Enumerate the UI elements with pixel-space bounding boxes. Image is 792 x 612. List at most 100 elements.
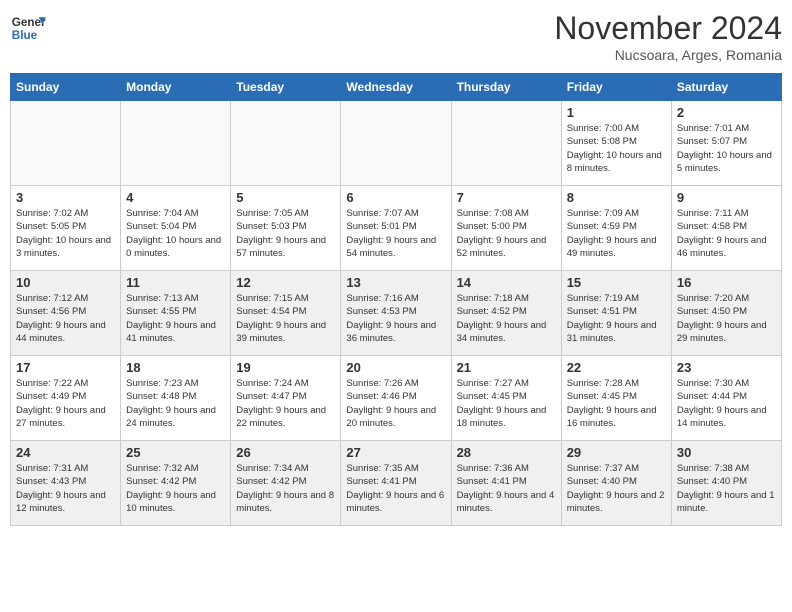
day-info: Sunrise: 7:04 AM Sunset: 5:04 PM Dayligh… xyxy=(126,207,225,260)
calendar-cell: 24 Sunrise: 7:31 AM Sunset: 4:43 PM Dayli… xyxy=(11,441,121,526)
day-number: 17 xyxy=(16,360,115,375)
day-info: Sunrise: 7:01 AM Sunset: 5:07 PM Dayligh… xyxy=(677,122,776,175)
calendar-cell: 2 Sunrise: 7:01 AM Sunset: 5:07 PM Daylig… xyxy=(671,101,781,186)
day-info: Sunrise: 7:37 AM Sunset: 4:40 PM Dayligh… xyxy=(567,462,666,515)
weekday-header: Thursday xyxy=(451,74,561,101)
calendar-cell: 21 Sunrise: 7:27 AM Sunset: 4:45 PM Dayli… xyxy=(451,356,561,441)
svg-text:Blue: Blue xyxy=(12,29,38,42)
calendar-cell xyxy=(341,101,451,186)
day-number: 12 xyxy=(236,275,335,290)
calendar-cell: 13Sunrise: 7:16 AM Sunset: 4:53 PM Dayli… xyxy=(341,271,451,356)
calendar-cell: 5 Sunrise: 7:05 AM Sunset: 5:03 PM Daylig… xyxy=(231,186,341,271)
day-number: 23 xyxy=(677,360,776,375)
day-number: 7 xyxy=(457,190,556,205)
day-info: Sunrise: 7:22 AM Sunset: 4:49 PM Dayligh… xyxy=(16,377,115,430)
day-number: 4 xyxy=(126,190,225,205)
calendar-cell xyxy=(231,101,341,186)
day-number: 13 xyxy=(346,275,445,290)
calendar-cell: 23 Sunrise: 7:30 AM Sunset: 4:44 PM Dayli… xyxy=(671,356,781,441)
calendar-cell: 6 Sunrise: 7:07 AM Sunset: 5:01 PM Daylig… xyxy=(341,186,451,271)
calendar-cell xyxy=(121,101,231,186)
day-info: Sunrise: 7:05 AM Sunset: 5:03 PM Dayligh… xyxy=(236,207,335,260)
day-number: 16 xyxy=(677,275,776,290)
day-number: 21 xyxy=(457,360,556,375)
day-info: Sunrise: 7:34 AM Sunset: 4:42 PM Dayligh… xyxy=(236,462,335,515)
day-info: Sunrise: 7:31 AM Sunset: 4:43 PM Dayligh… xyxy=(16,462,115,515)
calendar-cell: 8Sunrise: 7:09 AM Sunset: 4:59 PM Daylig… xyxy=(561,186,671,271)
calendar-cell: 18 Sunrise: 7:23 AM Sunset: 4:48 PM Dayli… xyxy=(121,356,231,441)
calendar-cell: 16Sunrise: 7:20 AM Sunset: 4:50 PM Dayli… xyxy=(671,271,781,356)
day-number: 1 xyxy=(567,105,666,120)
calendar-table: SundayMondayTuesdayWednesdayThursdayFrid… xyxy=(10,73,782,526)
day-info: Sunrise: 7:02 AM Sunset: 5:05 PM Dayligh… xyxy=(16,207,115,260)
calendar-cell: 10 Sunrise: 7:12 AM Sunset: 4:56 PM Dayli… xyxy=(11,271,121,356)
day-info: Sunrise: 7:28 AM Sunset: 4:45 PM Dayligh… xyxy=(567,377,666,430)
day-info: Sunrise: 7:38 AM Sunset: 4:40 PM Dayligh… xyxy=(677,462,776,515)
day-number: 2 xyxy=(677,105,776,120)
calendar-week-row: 24 Sunrise: 7:31 AM Sunset: 4:43 PM Dayli… xyxy=(11,441,782,526)
calendar-body: 1 Sunrise: 7:00 AM Sunset: 5:08 PM Daylig… xyxy=(11,101,782,526)
day-number: 19 xyxy=(236,360,335,375)
day-number: 18 xyxy=(126,360,225,375)
day-info: Sunrise: 7:18 AM Sunset: 4:52 PM Dayligh… xyxy=(457,292,556,345)
calendar-week-row: 10 Sunrise: 7:12 AM Sunset: 4:56 PM Dayli… xyxy=(11,271,782,356)
calendar-cell: 25 Sunrise: 7:32 AM Sunset: 4:42 PM Dayli… xyxy=(121,441,231,526)
weekday-header: Tuesday xyxy=(231,74,341,101)
day-info: Sunrise: 7:35 AM Sunset: 4:41 PM Dayligh… xyxy=(346,462,445,515)
day-number: 24 xyxy=(16,445,115,460)
weekday-header: Sunday xyxy=(11,74,121,101)
calendar-cell: 17 Sunrise: 7:22 AM Sunset: 4:49 PM Dayli… xyxy=(11,356,121,441)
day-number: 5 xyxy=(236,190,335,205)
day-number: 27 xyxy=(346,445,445,460)
day-number: 30 xyxy=(677,445,776,460)
calendar-cell: 26 Sunrise: 7:34 AM Sunset: 4:42 PM Dayli… xyxy=(231,441,341,526)
calendar-header-row: SundayMondayTuesdayWednesdayThursdayFrid… xyxy=(11,74,782,101)
calendar-cell: 1 Sunrise: 7:00 AM Sunset: 5:08 PM Daylig… xyxy=(561,101,671,186)
day-number: 25 xyxy=(126,445,225,460)
day-number: 26 xyxy=(236,445,335,460)
logo: General Blue xyxy=(10,10,46,46)
day-info: Sunrise: 7:12 AM Sunset: 4:56 PM Dayligh… xyxy=(16,292,115,345)
day-info: Sunrise: 7:30 AM Sunset: 4:44 PM Dayligh… xyxy=(677,377,776,430)
day-info: Sunrise: 7:15 AM Sunset: 4:54 PM Dayligh… xyxy=(236,292,335,345)
calendar-cell: 22Sunrise: 7:28 AM Sunset: 4:45 PM Dayli… xyxy=(561,356,671,441)
calendar-cell: 9Sunrise: 7:11 AM Sunset: 4:58 PM Daylig… xyxy=(671,186,781,271)
day-info: Sunrise: 7:23 AM Sunset: 4:48 PM Dayligh… xyxy=(126,377,225,430)
day-info: Sunrise: 7:24 AM Sunset: 4:47 PM Dayligh… xyxy=(236,377,335,430)
calendar-cell: 4 Sunrise: 7:04 AM Sunset: 5:04 PM Daylig… xyxy=(121,186,231,271)
calendar-cell: 14 Sunrise: 7:18 AM Sunset: 4:52 PM Dayli… xyxy=(451,271,561,356)
day-number: 10 xyxy=(16,275,115,290)
day-info: Sunrise: 7:13 AM Sunset: 4:55 PM Dayligh… xyxy=(126,292,225,345)
weekday-header: Monday xyxy=(121,74,231,101)
calendar-cell: 28 Sunrise: 7:36 AM Sunset: 4:41 PM Dayli… xyxy=(451,441,561,526)
page-header: General Blue November 2024 Nucsoara, Arg… xyxy=(10,10,782,63)
calendar-cell: 29 Sunrise: 7:37 AM Sunset: 4:40 PM Dayli… xyxy=(561,441,671,526)
day-info: Sunrise: 7:36 AM Sunset: 4:41 PM Dayligh… xyxy=(457,462,556,515)
calendar-cell: 11 Sunrise: 7:13 AM Sunset: 4:55 PM Dayli… xyxy=(121,271,231,356)
calendar-cell: 3Sunrise: 7:02 AM Sunset: 5:05 PM Daylig… xyxy=(11,186,121,271)
day-number: 29 xyxy=(567,445,666,460)
calendar-cell: 27 Sunrise: 7:35 AM Sunset: 4:41 PM Dayli… xyxy=(341,441,451,526)
calendar-cell xyxy=(11,101,121,186)
logo-icon: General Blue xyxy=(10,10,46,46)
day-info: Sunrise: 7:27 AM Sunset: 4:45 PM Dayligh… xyxy=(457,377,556,430)
day-number: 28 xyxy=(457,445,556,460)
day-info: Sunrise: 7:26 AM Sunset: 4:46 PM Dayligh… xyxy=(346,377,445,430)
day-info: Sunrise: 7:07 AM Sunset: 5:01 PM Dayligh… xyxy=(346,207,445,260)
day-number: 9 xyxy=(677,190,776,205)
day-info: Sunrise: 7:08 AM Sunset: 5:00 PM Dayligh… xyxy=(457,207,556,260)
calendar-cell: 20 Sunrise: 7:26 AM Sunset: 4:46 PM Dayli… xyxy=(341,356,451,441)
day-info: Sunrise: 7:32 AM Sunset: 4:42 PM Dayligh… xyxy=(126,462,225,515)
day-number: 14 xyxy=(457,275,556,290)
weekday-header: Wednesday xyxy=(341,74,451,101)
calendar-cell: 15Sunrise: 7:19 AM Sunset: 4:51 PM Dayli… xyxy=(561,271,671,356)
day-info: Sunrise: 7:00 AM Sunset: 5:08 PM Dayligh… xyxy=(567,122,666,175)
day-info: Sunrise: 7:19 AM Sunset: 4:51 PM Dayligh… xyxy=(567,292,666,345)
day-info: Sunrise: 7:09 AM Sunset: 4:59 PM Dayligh… xyxy=(567,207,666,260)
day-number: 20 xyxy=(346,360,445,375)
calendar-cell: 19 Sunrise: 7:24 AM Sunset: 4:47 PM Dayli… xyxy=(231,356,341,441)
calendar-week-row: 3Sunrise: 7:02 AM Sunset: 5:05 PM Daylig… xyxy=(11,186,782,271)
day-number: 6 xyxy=(346,190,445,205)
day-number: 11 xyxy=(126,275,225,290)
weekday-header: Friday xyxy=(561,74,671,101)
